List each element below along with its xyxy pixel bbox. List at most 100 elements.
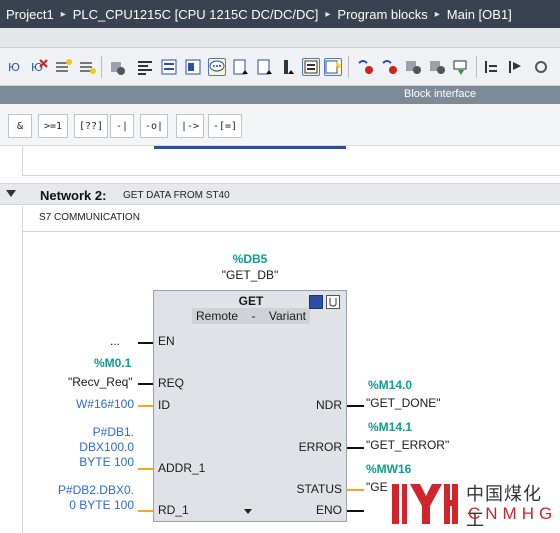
network-comments-icon[interactable] [160, 58, 178, 76]
block-parameter-bar[interactable]: Remote - Variant [192, 308, 310, 324]
breadcrumb-separator-icon: ▸ [325, 8, 331, 20]
addr1-operand-line1[interactable]: P#DB1. [40, 425, 134, 439]
req-wire [138, 383, 153, 385]
breadcrumb-separator-icon: ▸ [434, 8, 440, 20]
open-all-networks-icon[interactable] [280, 58, 298, 76]
expand-pins-icon[interactable] [244, 509, 252, 514]
network-comment-row[interactable]: S7 COMMUNICATION [22, 206, 560, 232]
network-title-comment[interactable]: GET DATA FROM ST40 [123, 190, 230, 201]
go-to-icon[interactable] [232, 58, 250, 76]
rd1-operand-line1[interactable]: P#DB2.DBX0. [40, 483, 134, 497]
ndr-operand-address[interactable]: %M14.0 [368, 378, 412, 392]
diagnostics-icon[interactable] [326, 295, 340, 309]
pin-en[interactable]: EN [158, 334, 175, 348]
favorites-icon[interactable] [184, 58, 202, 76]
toolbar-divider [101, 56, 102, 78]
open-block-icon[interactable] [404, 58, 422, 76]
block-interface-label: Block interface [404, 88, 477, 100]
collapse-network-icon[interactable] [6, 190, 16, 197]
box-comments-icon[interactable] [208, 58, 226, 76]
pin-req[interactable]: REQ [158, 376, 184, 390]
error-operand-tag[interactable]: "GET_ERROR" [366, 438, 449, 452]
or-box-button[interactable]: >=1 [38, 114, 68, 138]
instance-db-name[interactable]: "GET_DB" [200, 268, 300, 282]
instruction-bar: & >=1 [??] -| -o| |-> -[=] [0, 104, 560, 146]
breadcrumb-item-main-ob1[interactable]: Main [OB1] [447, 7, 512, 22]
list-icon[interactable] [452, 58, 470, 76]
breadcrumb-separator-icon: ▸ [60, 8, 66, 20]
svg-text:Ю: Ю [8, 61, 20, 74]
rd1-operand-line2[interactable]: 0 BYTE 100 [40, 498, 134, 512]
power-rail [22, 232, 23, 533]
pin-ndr[interactable]: NDR [290, 398, 342, 412]
en-operand[interactable]: ... [110, 334, 120, 348]
error-operand-address[interactable]: %M14.1 [368, 420, 412, 434]
instance-db-address[interactable]: %DB5 [200, 252, 300, 266]
pin-addr1[interactable]: ADDR_1 [158, 461, 205, 475]
pin-status[interactable]: STATUS [280, 482, 342, 496]
breadcrumb-item-plc[interactable]: PLC_CPU1215C [CPU 1215C DC/DC/DC] [73, 7, 319, 22]
eno-wire [347, 510, 364, 512]
show-references-icon[interactable] [380, 58, 398, 76]
monitor-icon[interactable] [324, 58, 342, 76]
id-wire [138, 405, 153, 407]
open-branch-button[interactable]: |-> [176, 114, 205, 138]
status-operand-tag[interactable]: "GE [366, 480, 388, 494]
previous-network-selection[interactable] [154, 146, 346, 149]
breadcrumb-item-project[interactable]: Project1 [6, 7, 54, 22]
watermark-logo: 中国煤化工 CNMHG [388, 478, 560, 533]
watermark-latin-text: CNMHG [468, 504, 558, 523]
pin-rd1[interactable]: RD_1 [158, 503, 189, 517]
absolute-operands-icon[interactable] [136, 58, 154, 76]
breadcrumb-item-program-blocks[interactable]: Program blocks [337, 7, 427, 22]
append-row-icon[interactable] [78, 58, 96, 76]
editor-toolbar: Ю Ю [0, 48, 560, 86]
network-title: Network 2: [40, 188, 107, 203]
download-icon[interactable] [108, 58, 126, 76]
delete-network-icon[interactable]: Ю [30, 58, 48, 76]
insert-row-icon[interactable] [54, 58, 72, 76]
addr1-operand-line2[interactable]: DBX100.0 [40, 440, 134, 454]
assignment-button[interactable]: -[=] [208, 114, 243, 138]
insert-network-icon[interactable]: Ю [6, 58, 24, 76]
overflow-icon[interactable] [532, 58, 550, 76]
svg-text:Ю: Ю [31, 61, 43, 74]
param-remote: Remote [196, 309, 239, 323]
clear-ref-icon[interactable] [356, 58, 374, 76]
more-icon[interactable] [506, 58, 524, 76]
and-box-button[interactable]: & [8, 114, 32, 138]
param-variant: Variant [268, 309, 306, 323]
editor-tab-strip [0, 28, 560, 48]
id-operand[interactable]: W#16#100 [40, 397, 134, 411]
error-wire [347, 447, 364, 449]
toolbar-divider [348, 56, 349, 78]
breadcrumb: Project1 ▸ PLC_CPU1215C [CPU 1215C DC/DC… [0, 0, 560, 28]
status-operand-address[interactable]: %MW16 [366, 462, 411, 476]
empty-box-button[interactable]: [??] [74, 114, 109, 138]
req-operand-tag[interactable]: "Recv_Req" [68, 375, 133, 389]
en-wire [138, 342, 153, 344]
close-all-networks-icon[interactable] [302, 58, 320, 76]
ndr-operand-tag[interactable]: "GET_DONE" [366, 396, 441, 410]
pin-error[interactable]: ERROR [290, 440, 342, 454]
param-dash: - [251, 309, 256, 323]
settings-icon[interactable] [482, 58, 500, 76]
addr1-wire [138, 468, 153, 470]
no-contact-button[interactable]: -| [110, 114, 134, 138]
pin-eno[interactable]: ENO [290, 503, 342, 517]
watermark-mark-icon [388, 480, 462, 528]
status-wire [347, 489, 364, 491]
rd1-wire [138, 510, 153, 512]
go-to-2-icon[interactable] [256, 58, 274, 76]
req-operand-address[interactable]: %M0.1 [94, 356, 131, 370]
network-comment-text: S7 COMMUNICATION [39, 212, 140, 223]
pin-id[interactable]: ID [158, 398, 170, 412]
ndr-wire [347, 405, 364, 407]
block-config-icon[interactable] [309, 295, 323, 309]
network-header[interactable]: Network 2: GET DATA FROM ST40 [0, 183, 560, 205]
compile-icon[interactable] [428, 58, 446, 76]
block-interface-header[interactable]: Block interface [0, 86, 560, 104]
nc-contact-button[interactable]: -o| [140, 114, 169, 138]
toolbar-divider [476, 56, 477, 78]
addr1-operand-line3[interactable]: BYTE 100 [40, 455, 134, 469]
